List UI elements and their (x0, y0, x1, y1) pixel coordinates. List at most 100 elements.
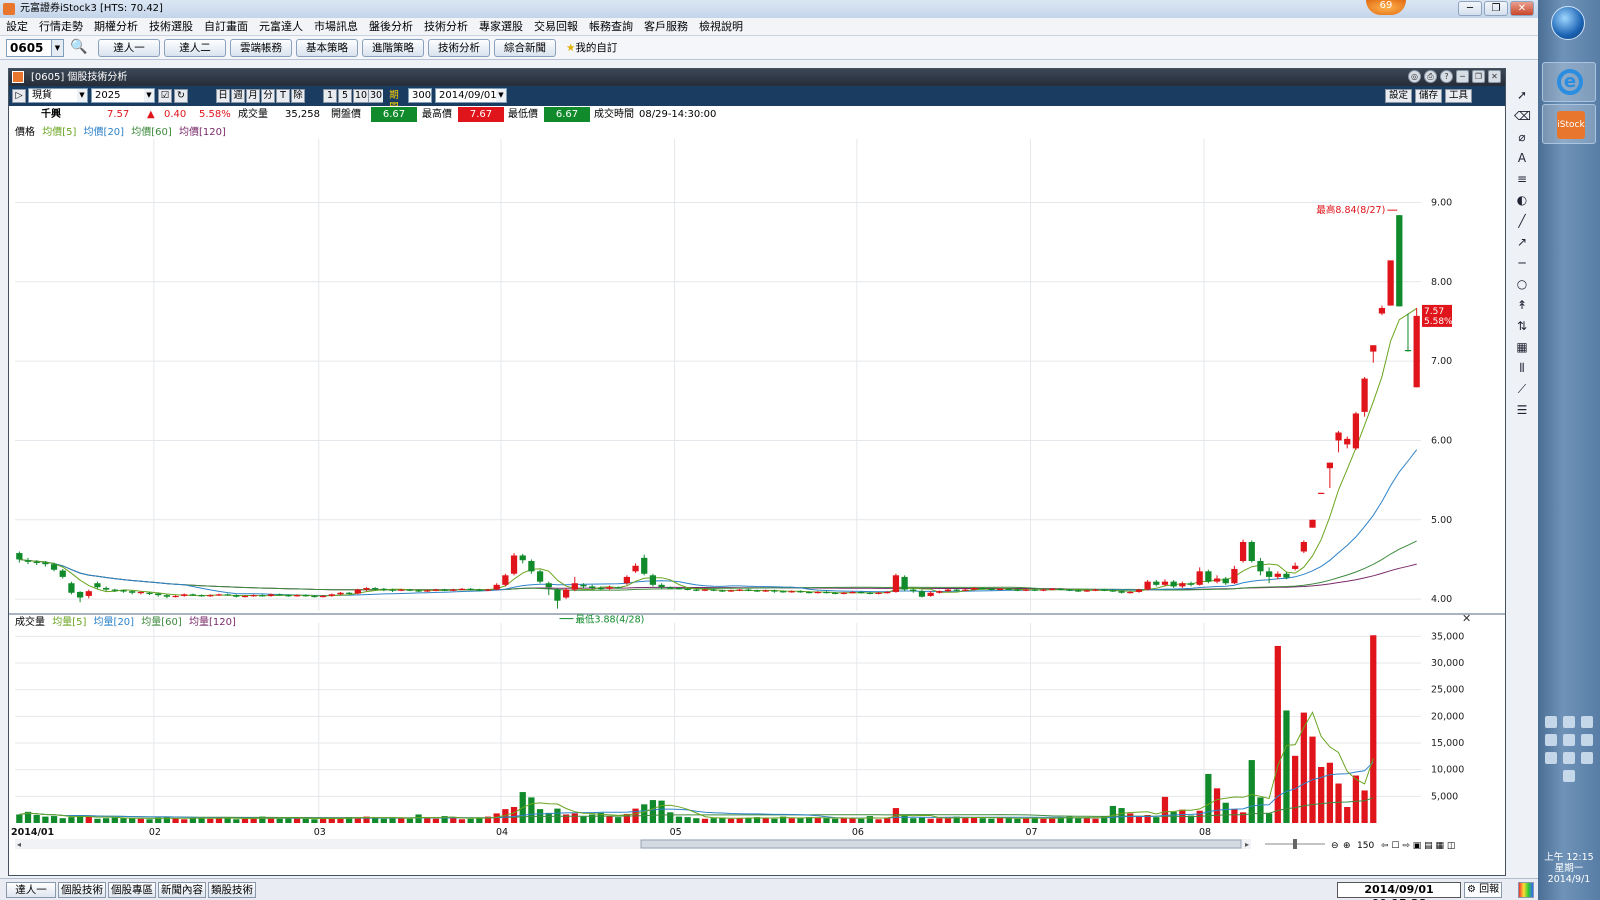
clear-icon[interactable]: ⌀ (1514, 130, 1530, 145)
volume-bar[interactable] (1257, 797, 1264, 823)
tools-button[interactable]: 工具 (1445, 89, 1473, 103)
volume-bar[interactable] (1283, 710, 1290, 823)
candle-body[interactable] (1187, 583, 1195, 585)
candle-body[interactable] (918, 591, 926, 597)
candle-body[interactable] (1153, 581, 1160, 585)
nav-icon[interactable]: ⇦ ☐ ⇨ ▣ ▤ ▦ ◫ (1381, 841, 1455, 851)
candle-body[interactable] (1179, 583, 1186, 587)
candle-body[interactable] (146, 592, 153, 594)
candle-body[interactable] (1109, 590, 1117, 592)
volume-bar[interactable] (910, 818, 917, 823)
volume-bar[interactable] (215, 818, 223, 823)
candle-body[interactable] (875, 592, 882, 594)
volume-bar[interactable] (50, 816, 58, 823)
candle-body[interactable] (267, 594, 275, 596)
candle-body[interactable] (1335, 432, 1342, 441)
volume-bar[interactable] (1352, 775, 1360, 823)
candle-body[interactable] (1144, 581, 1151, 590)
volume-bar[interactable] (814, 817, 821, 823)
candle-body[interactable] (1135, 589, 1143, 592)
volume-bar[interactable] (207, 818, 214, 823)
candle-body[interactable] (85, 591, 92, 596)
bottom-tab[interactable]: 類股技術 (208, 882, 256, 898)
volume-bar[interactable] (823, 818, 830, 823)
candle-body[interactable] (615, 587, 622, 589)
candle-body[interactable] (189, 594, 197, 596)
candle-body[interactable] (1309, 519, 1316, 528)
menu-item[interactable]: 檢視說明 (699, 18, 743, 35)
candle-body[interactable] (406, 589, 414, 591)
menu-item[interactable]: 技術選股 (149, 18, 193, 35)
volume-bar[interactable] (649, 800, 657, 823)
candle-body[interactable] (137, 591, 144, 594)
volume-bar[interactable] (380, 818, 387, 823)
candle-body[interactable] (1092, 589, 1099, 591)
candle-body[interactable] (623, 576, 630, 584)
candle-body[interactable] (129, 591, 136, 593)
candle-body[interactable] (1022, 589, 1030, 591)
candle-body[interactable] (1031, 589, 1038, 591)
candle-body[interactable] (215, 594, 223, 596)
volume-bar[interactable] (988, 818, 995, 823)
candle-body[interactable] (259, 595, 266, 597)
volume-bar[interactable] (1265, 813, 1273, 823)
volume-bar[interactable] (545, 812, 552, 823)
candle-body[interactable] (181, 594, 188, 596)
candle-body[interactable] (198, 595, 205, 597)
volume-bar[interactable] (1092, 818, 1099, 823)
reply-button[interactable]: ⚙ 回報 (1464, 882, 1503, 898)
battery-icon[interactable] (1581, 716, 1593, 728)
volume-bar[interactable] (1318, 767, 1325, 823)
candle-body[interactable] (1118, 591, 1125, 593)
menu-item[interactable]: 交易回報 (534, 18, 578, 35)
candle-body[interactable] (1040, 589, 1047, 591)
menu-item[interactable]: 盤後分析 (369, 18, 413, 35)
volume-bar[interactable] (1153, 817, 1160, 823)
bottom-tab[interactable]: 個股專區 (108, 882, 156, 898)
candle-body[interactable] (432, 589, 440, 591)
candle-body[interactable] (1292, 565, 1299, 569)
volume-bar[interactable] (241, 818, 249, 823)
candle-body[interactable] (1161, 581, 1169, 585)
candle-body[interactable] (1222, 578, 1229, 584)
help-icon[interactable]: ? (1440, 70, 1453, 83)
candle-body[interactable] (910, 589, 917, 592)
bottom-tab[interactable]: 達人一 (6, 882, 56, 898)
candle-body[interactable] (554, 589, 561, 601)
palette-icon[interactable]: ◐ (1514, 193, 1530, 208)
candle-body[interactable] (970, 587, 978, 590)
volume-bar[interactable] (1370, 635, 1377, 823)
candle-body[interactable] (753, 590, 761, 592)
volume-bar[interactable] (710, 818, 717, 823)
volume-bar[interactable] (233, 819, 240, 823)
toolbar-button[interactable]: 基本策略 (296, 39, 358, 57)
hline-tool-icon[interactable]: ─ (1514, 256, 1530, 271)
candle-body[interactable] (1318, 492, 1325, 495)
volume-bar[interactable] (606, 816, 613, 823)
candle-body[interactable] (589, 586, 596, 588)
candle-body[interactable] (302, 595, 309, 597)
candle-body[interactable] (762, 590, 769, 592)
volume-bar[interactable] (398, 818, 405, 823)
candle-body[interactable] (736, 589, 743, 591)
candle-body[interactable] (1049, 588, 1056, 590)
market-type-select[interactable]: 現貨 ▼ (28, 88, 88, 103)
candle-body[interactable] (779, 591, 787, 593)
candle-body[interactable] (649, 575, 657, 585)
candle-body[interactable] (1170, 581, 1177, 587)
candle-body[interactable] (814, 591, 821, 594)
print-icon[interactable]: ⎙ (1424, 70, 1437, 83)
candle-body[interactable] (936, 591, 943, 593)
volume-bar[interactable] (901, 815, 908, 823)
candle-body[interactable] (1005, 588, 1012, 590)
candle-body[interactable] (1057, 588, 1064, 590)
volume-bar[interactable] (1344, 807, 1351, 823)
candle-body[interactable] (771, 590, 778, 592)
candle-body[interactable] (1231, 568, 1238, 584)
volume-bar[interactable] (1005, 818, 1012, 823)
line-tool-icon[interactable]: ╱ (1514, 214, 1530, 229)
volume-bar[interactable] (42, 816, 49, 823)
candle-body[interactable] (467, 588, 474, 590)
istock-taskbar-button[interactable]: iStock (1542, 104, 1596, 144)
candle-body[interactable] (1014, 589, 1021, 591)
